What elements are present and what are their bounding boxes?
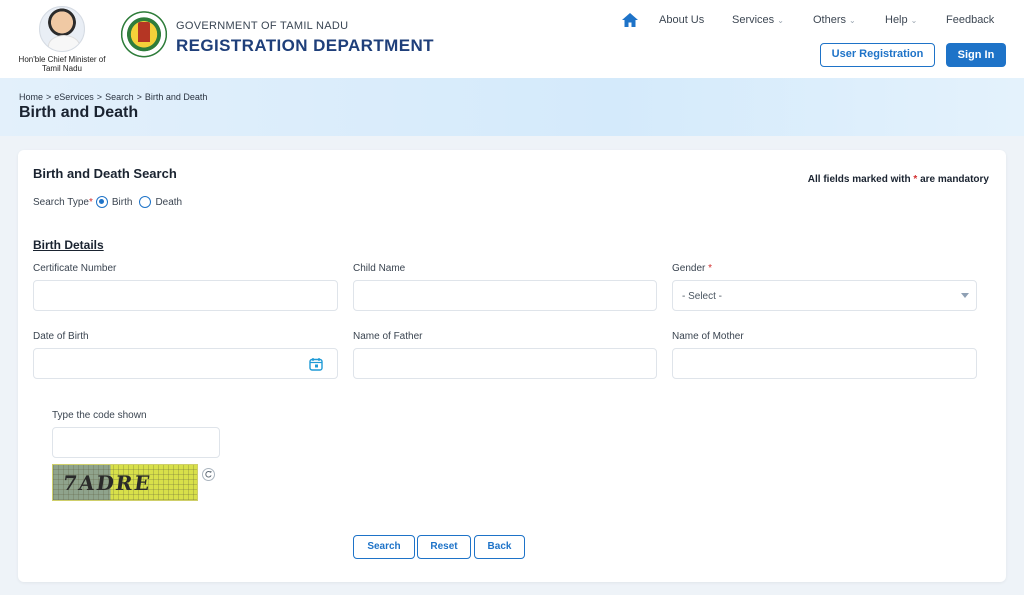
search-type-birth-label[interactable]: Birth — [112, 197, 133, 208]
chevron-down-icon: ⌄ — [910, 16, 918, 25]
mother-name-field — [672, 348, 977, 379]
page-title: Birth and Death — [19, 104, 139, 121]
search-button[interactable]: Search — [353, 535, 415, 559]
nav-about-us[interactable]: About Us — [659, 14, 704, 26]
refresh-icon[interactable] — [202, 468, 215, 481]
user-registration-button[interactable]: User Registration — [820, 43, 935, 67]
search-type-label: Search Type — [33, 196, 89, 208]
captcha-image: 7ADRE — [52, 464, 198, 501]
certificate-number-field — [33, 280, 338, 311]
nav-services[interactable]: Services ⌄ — [732, 14, 784, 26]
search-type-death-label[interactable]: Death — [155, 197, 182, 208]
mother-name-input[interactable] — [673, 349, 976, 378]
breadcrumb-eservices[interactable]: eServices — [54, 92, 94, 102]
certificate-number-input[interactable] — [34, 281, 337, 310]
captcha-image-text: 7ADRE — [61, 471, 154, 495]
sign-in-button[interactable]: Sign In — [946, 43, 1006, 67]
breadcrumb-home[interactable]: Home — [19, 92, 43, 102]
nav-help-label: Help — [885, 14, 908, 26]
department-title: REGISTRATION DEPARTMENT — [176, 36, 434, 55]
child-name-label: Child Name — [353, 263, 406, 274]
chief-minister-caption: Hon'ble Chief Minister of Tamil Nadu — [18, 55, 106, 73]
father-name-label: Name of Father — [353, 331, 423, 342]
birth-details-heading: Birth Details — [33, 238, 104, 252]
gender-label-text: Gender — [672, 263, 706, 274]
nav-others-label: Others — [813, 14, 847, 26]
caret-down-icon — [961, 293, 969, 298]
breadcrumb-separator: > — [136, 92, 142, 102]
back-button[interactable]: Back — [474, 535, 525, 559]
captcha-input[interactable] — [53, 428, 219, 457]
search-form-card: Birth and Death Search All fields marked… — [18, 150, 1006, 582]
mandatory-note-prefix: All fields marked with — [807, 174, 911, 185]
breadcrumb-search[interactable]: Search — [105, 92, 134, 102]
breadcrumb-current: Birth and Death — [144, 92, 208, 102]
nav-services-label: Services — [732, 14, 775, 26]
child-name-input[interactable] — [354, 281, 656, 310]
required-star: * — [913, 174, 918, 185]
chevron-down-icon: ⌄ — [849, 16, 856, 25]
form-title: Birth and Death Search — [33, 166, 177, 181]
date-of-birth-input[interactable] — [34, 349, 337, 378]
date-of-birth-field — [33, 348, 338, 379]
home-icon[interactable] — [622, 13, 638, 27]
child-name-field — [353, 280, 657, 311]
gender-select[interactable]: - Select - — [672, 280, 977, 311]
search-type-birth-radio[interactable] — [95, 196, 108, 208]
nav-others[interactable]: Others ⌄ — [813, 14, 856, 26]
nav-feedback[interactable]: Feedback — [946, 14, 994, 26]
site-header: Hon'ble Chief Minister of Tamil Nadu GOV… — [0, 0, 1024, 78]
calendar-icon[interactable] — [309, 357, 323, 371]
main-navigation: About Us Services ⌄ Others ⌄ Help ⌄ Feedbac… — [0, 13, 1024, 29]
reset-button[interactable]: Reset — [417, 535, 471, 559]
search-type-group: Search Type * Birth Death — [33, 196, 186, 208]
date-of-birth-label: Date of Birth — [33, 331, 89, 342]
gender-select-value: - Select - — [682, 291, 723, 302]
captcha-label: Type the code shown — [52, 410, 147, 421]
search-type-death-radio[interactable] — [139, 196, 152, 208]
required-star: * — [88, 196, 93, 208]
father-name-input[interactable] — [354, 349, 656, 378]
breadcrumb-separator: > — [46, 92, 52, 102]
captcha-field — [52, 427, 220, 458]
mother-name-label: Name of Mother — [672, 331, 744, 342]
nav-help[interactable]: Help ⌄ — [885, 14, 917, 26]
mandatory-note: All fields marked with * are mandatory — [808, 174, 989, 185]
page-banner — [0, 78, 1024, 136]
certificate-number-label: Certificate Number — [33, 263, 117, 274]
required-star: * — [708, 263, 713, 274]
breadcrumb: Home > eServices > Search > Birth and Death — [19, 92, 207, 102]
breadcrumb-separator: > — [96, 92, 103, 102]
chevron-down-icon: ⌄ — [777, 16, 784, 25]
gender-label: Gender * — [672, 263, 712, 274]
mandatory-note-suffix: are mandatory — [920, 174, 989, 185]
father-name-field — [353, 348, 657, 379]
